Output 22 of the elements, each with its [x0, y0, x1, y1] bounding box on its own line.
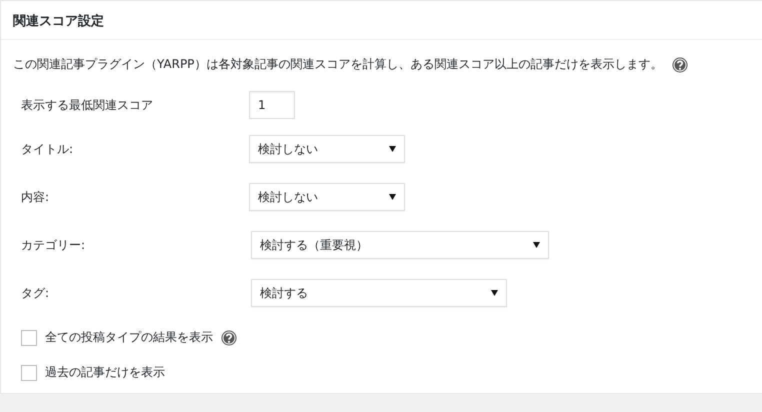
select-dropdown[interactable]: 検討する（重要視） — [251, 231, 549, 259]
field-label: 内容: — [21, 188, 50, 206]
field-label: タイトル: — [21, 140, 74, 158]
caret-icon — [389, 194, 396, 200]
field-label: タグ: — [21, 284, 50, 302]
caret-icon — [389, 146, 396, 152]
checkbox[interactable] — [21, 364, 37, 380]
description-text: この関連記事プラグイン（YARPP）は各対象記事の関連スコアを計算し、ある関連スコア以上の記事だけを表示します。 — [13, 56, 662, 73]
checkbox[interactable] — [21, 330, 37, 346]
caret-icon — [533, 242, 540, 248]
score-input[interactable]: 1 — [249, 91, 295, 119]
select-dropdown[interactable]: 検討しない — [249, 135, 405, 163]
caret-icon — [491, 290, 498, 296]
field-label: 表示する最低関連スコア — [21, 96, 154, 114]
panel-title: 関連スコア設定 — [13, 14, 104, 29]
field-label: カテゴリー: — [21, 236, 86, 254]
select-dropdown[interactable]: 検討する — [251, 279, 507, 307]
select-dropdown[interactable]: 検討しない — [249, 183, 405, 211]
checkbox-label: 全ての投稿タイプの結果を表示 — [45, 329, 213, 346]
help-icon[interactable] — [221, 330, 237, 346]
checkbox-label: 過去の記事だけを表示 — [45, 364, 165, 381]
help-icon[interactable] — [672, 56, 688, 72]
